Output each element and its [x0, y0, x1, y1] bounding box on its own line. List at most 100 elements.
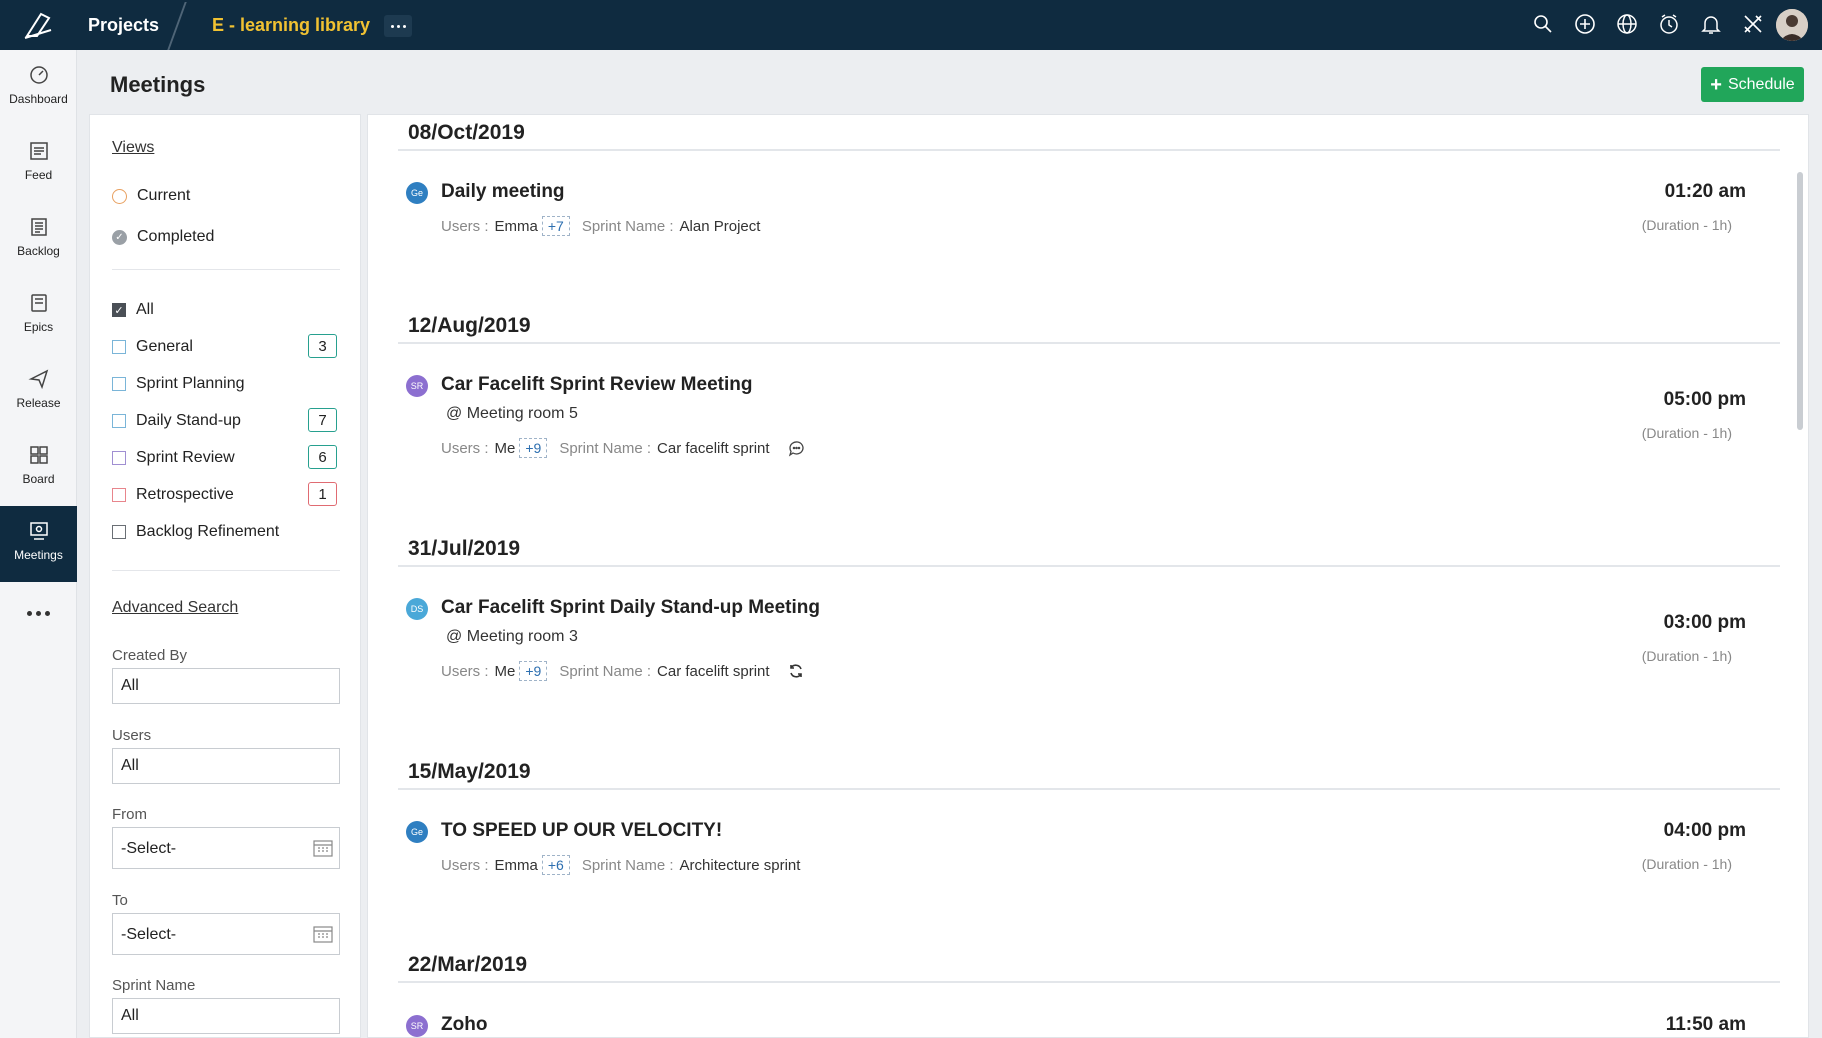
from-label: From [112, 806, 147, 823]
sprint-meta-label: Sprint Name : [559, 662, 652, 680]
meeting-user: Me [494, 439, 516, 457]
nav-feed[interactable]: Feed [0, 126, 77, 202]
timer-icon[interactable] [1658, 13, 1680, 35]
meeting-title[interactable]: Daily meeting [441, 181, 565, 203]
users-field[interactable]: All [112, 748, 340, 784]
nav-label: Meetings [14, 548, 63, 562]
globe-icon[interactable] [1616, 13, 1638, 35]
checkbox-icon [112, 525, 126, 539]
top-bar: Projects E - learning library [0, 0, 1822, 50]
nav-epics[interactable]: Epics [0, 278, 77, 354]
checkbox-icon [112, 488, 126, 502]
meeting-meta: Users : Emma +7 Sprint Name : Alan Proje… [441, 216, 760, 236]
meeting-time: 04:00 pm [1663, 820, 1746, 841]
type-label: Sprint Planning [136, 375, 245, 392]
view-option-label: Completed [137, 228, 215, 245]
views-link[interactable]: Views [112, 139, 154, 157]
more-users-button[interactable]: +6 [541, 855, 570, 875]
created-by-field[interactable]: All [112, 668, 340, 704]
schedule-button[interactable]: + Schedule [1701, 67, 1804, 102]
meeting-title[interactable]: Car Facelift Sprint Daily Stand-up Meeti… [441, 597, 820, 619]
page-title: Meetings [110, 72, 206, 97]
type-sprint-review-checkbox[interactable]: Sprint Review [112, 449, 235, 467]
nav-label: Epics [23, 320, 54, 334]
advanced-search-link[interactable]: Advanced Search [112, 599, 238, 617]
user-avatar[interactable] [1776, 9, 1808, 41]
checkbox-checked-icon: ✓ [112, 303, 126, 317]
list-scrollbar[interactable] [1797, 172, 1803, 430]
type-label: Backlog Refinement [136, 523, 280, 540]
date-divider [398, 149, 1780, 151]
type-daily-standup-checkbox[interactable]: Daily Stand-up [112, 412, 241, 430]
recurring-icon [788, 663, 804, 679]
more-users-button[interactable]: +9 [519, 661, 548, 681]
users-meta-label: Users : [441, 662, 489, 680]
meeting-title[interactable]: Car Facelift Sprint Review Meeting [441, 374, 752, 396]
projects-link[interactable]: Projects [88, 15, 159, 36]
meeting-room: @ Meeting room 5 [446, 405, 578, 422]
date-heading: 12/Aug/2019 [408, 314, 531, 337]
type-all-checkbox[interactable]: ✓ All [112, 301, 154, 319]
filter-panel: Views Current ✓ Completed ✓ All General … [89, 114, 361, 1038]
tools-icon[interactable] [1742, 13, 1764, 35]
more-users-button[interactable]: +9 [519, 438, 548, 458]
from-value: -Select- [121, 840, 177, 857]
nav-label: Dashboard [9, 92, 68, 106]
current-status-icon [112, 188, 127, 204]
users-meta-label: Users : [441, 856, 489, 874]
app-logo-icon[interactable] [0, 0, 76, 50]
nav-board[interactable]: Board [0, 430, 77, 506]
more-menu-button[interactable] [384, 15, 412, 37]
meeting-sprint: Alan Project [679, 217, 761, 235]
view-completed-radio[interactable]: ✓ Completed [112, 228, 214, 246]
meeting-title[interactable]: Zoho [441, 1014, 487, 1036]
feed-icon [29, 142, 48, 160]
users-meta-label: Users : [441, 439, 489, 457]
sprint-name-field[interactable]: All [112, 998, 340, 1034]
from-date-field[interactable]: -Select- [112, 827, 340, 869]
to-label: To [112, 892, 128, 909]
nav-release[interactable]: Release [0, 354, 77, 430]
bell-icon[interactable] [1700, 13, 1722, 35]
date-heading: 22/Mar/2019 [408, 953, 528, 976]
meeting-title[interactable]: TO SPEED UP OUR VELOCITY! [441, 820, 722, 842]
date-divider [398, 342, 1780, 344]
project-name[interactable]: E - learning library [212, 15, 370, 36]
top-icon-group [1532, 13, 1764, 35]
meeting-sprint: Architecture sprint [679, 856, 801, 874]
view-current-radio[interactable]: Current [112, 187, 190, 205]
nav-backlog[interactable]: Backlog [0, 202, 77, 278]
retrospective-count-badge: 1 [308, 482, 337, 506]
date-heading: 15/May/2019 [408, 760, 531, 783]
more-users-button[interactable]: +7 [541, 216, 570, 236]
calendar-icon[interactable] [313, 839, 333, 857]
meeting-sprint: Car facelift sprint [657, 439, 770, 457]
type-retrospective-checkbox[interactable]: Retrospective [112, 486, 234, 504]
meeting-time: 01:20 am [1664, 181, 1746, 202]
divider [112, 269, 340, 270]
sprint-review-count-badge: 6 [308, 445, 337, 469]
meeting-meta: Users : Emma +6 Sprint Name : Architectu… [441, 855, 800, 875]
view-option-label: Current [137, 187, 191, 204]
daily-standup-count-badge: 7 [308, 408, 337, 432]
created-by-label: Created By [112, 647, 188, 664]
type-sprint-planning-checkbox[interactable]: Sprint Planning [112, 375, 245, 393]
meetings-icon [29, 522, 48, 540]
add-circle-icon[interactable] [1574, 13, 1596, 35]
date-divider [398, 565, 1780, 567]
meeting-meta: Users : Me +9 Sprint Name : Car facelift… [441, 661, 804, 681]
nav-dashboard[interactable]: Dashboard [0, 50, 77, 126]
to-date-field[interactable]: -Select- [112, 913, 340, 955]
type-general-checkbox[interactable]: General [112, 338, 193, 356]
comment-icon[interactable] [788, 440, 805, 457]
check-circle-icon: ✓ [112, 229, 127, 245]
type-backlog-refinement-checkbox[interactable]: Backlog Refinement [112, 523, 279, 541]
meeting-type-avatar: SR [406, 375, 428, 397]
date-heading: 31/Jul/2019 [408, 537, 521, 560]
search-icon[interactable] [1532, 13, 1554, 35]
nav-meetings[interactable]: Meetings [0, 506, 77, 582]
nav-more-button[interactable] [0, 600, 77, 626]
calendar-icon[interactable] [313, 925, 333, 943]
board-icon [29, 446, 48, 464]
general-count-badge: 3 [308, 334, 337, 358]
